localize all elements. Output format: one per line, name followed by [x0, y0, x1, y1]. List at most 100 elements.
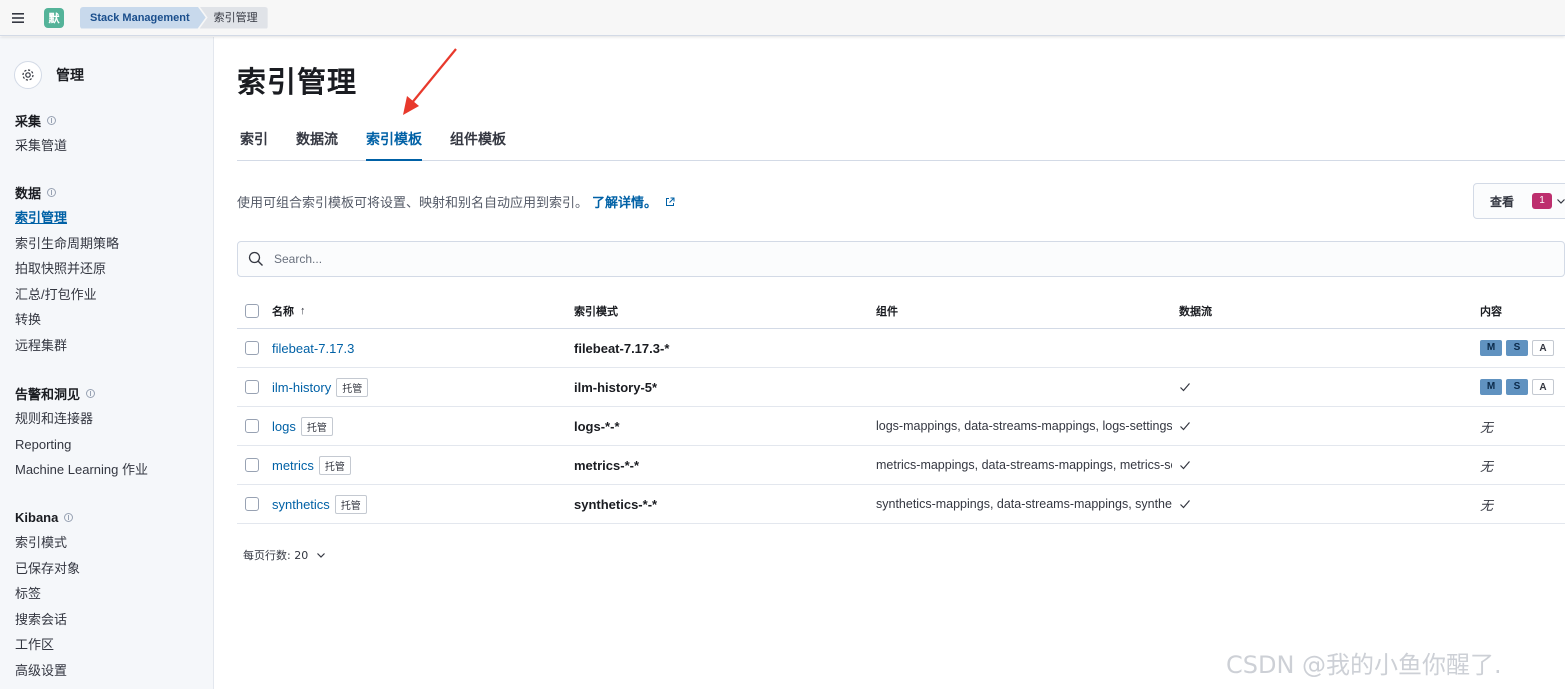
menu-toggle-button[interactable]	[0, 3, 36, 33]
templates-table: 名称 ↑ 索引模式 组件 数据流 内容 filebeat-7.17.3 fileb…	[237, 293, 1565, 524]
watermark: CSDN @我的小鱼你醒了.	[1226, 651, 1502, 679]
sidebar-item-rules-connectors[interactable]: 规则和连接器	[15, 406, 148, 432]
check-icon	[1180, 500, 1190, 509]
breadcrumb-index-management: 索引管理	[199, 6, 268, 29]
table-row: ilm-history 托管 ilm-history-5* M S A	[237, 368, 1565, 407]
components-text: metrics-mappings, data-streams-mappings,…	[876, 458, 1172, 472]
sidebar-item-ilm-policies[interactable]: 索引生命周期策略	[15, 231, 119, 257]
managed-badge: 托管	[318, 455, 351, 475]
search-input[interactable]	[274, 252, 874, 266]
chevron-down-icon	[1557, 199, 1565, 204]
info-icon	[86, 389, 96, 398]
tab-component-templates[interactable]: 组件模板	[450, 121, 506, 161]
content-none: 无	[1480, 497, 1494, 513]
info-icon	[47, 188, 57, 197]
check-icon	[1180, 461, 1190, 470]
sidebar-item-snapshot-restore[interactable]: 拍取快照并还原	[15, 256, 119, 282]
template-name-link[interactable]: synthetics	[272, 497, 330, 512]
components-text: synthetics-mappings, data-streams-mappin…	[876, 497, 1172, 511]
index-pattern: filebeat-7.17.3-*	[574, 340, 670, 356]
row-checkbox[interactable]	[245, 458, 259, 472]
components-text: logs-mappings, data-streams-mappings, lo…	[876, 419, 1172, 433]
annotation-arrow-icon	[403, 48, 457, 115]
select-all-checkbox[interactable]	[245, 303, 259, 318]
page-title: 索引管理	[237, 65, 358, 99]
row-checkbox[interactable]	[245, 380, 259, 394]
nav-group-title: 采集	[15, 114, 42, 129]
top-header: 默 Stack Management 索引管理	[0, 0, 1565, 36]
content-none: 无	[1480, 458, 1494, 474]
main-content: 索引管理 索引 数据流 索引模板 组件模板 使用可组合索引模板可将设置、映射和别…	[215, 37, 1565, 689]
aliases-badge: A	[1532, 379, 1554, 395]
template-name-link[interactable]: logs	[272, 419, 296, 434]
learn-more-link[interactable]: 了解详情。	[592, 192, 657, 211]
sidebar-item-index-patterns[interactable]: 索引模式	[15, 530, 80, 556]
mappings-badge: M	[1480, 379, 1502, 395]
view-button-label: 查看	[1490, 194, 1515, 209]
check-icon	[1180, 383, 1190, 392]
tab-data-streams[interactable]: 数据流	[296, 121, 338, 161]
column-header-name[interactable]: 名称 ↑	[272, 293, 562, 328]
sidebar-item-index-management[interactable]: 索引管理	[15, 205, 119, 231]
description-text: 使用可组合索引模板可将设置、映射和别名自动应用到索引。	[237, 195, 589, 210]
template-name-link[interactable]: ilm-history	[272, 380, 331, 395]
settings-badge: S	[1506, 379, 1528, 395]
sidebar-item-tags[interactable]: 标签	[15, 581, 80, 607]
row-checkbox[interactable]	[245, 341, 259, 355]
sidebar-item-remote-clusters[interactable]: 远程集群	[15, 333, 119, 359]
nav-group-title: 数据	[15, 186, 42, 201]
external-link-icon[interactable]	[665, 197, 675, 207]
managed-badge: 托管	[300, 416, 333, 436]
nav-group-data: 数据 索引管理 索引生命周期策略 拍取快照并还原 汇总/打包作业 转换 远程集群	[15, 180, 119, 358]
index-pattern: ilm-history-5*	[574, 379, 658, 395]
sort-ascending-icon: ↑	[300, 304, 306, 317]
tab-indices[interactable]: 索引	[240, 121, 268, 161]
row-checkbox[interactable]	[245, 497, 259, 511]
nav-group-kibana: Kibana 索引模式 已保存对象 标签 搜索会话 工作区 高级设置	[15, 505, 80, 683]
row-checkbox[interactable]	[245, 419, 259, 433]
table-header-row: 名称 ↑ 索引模式 组件 数据流 内容	[237, 293, 1565, 329]
sidebar-item-spaces[interactable]: 工作区	[15, 632, 80, 658]
search-icon	[248, 251, 263, 266]
space-avatar[interactable]: 默	[44, 7, 64, 28]
tab-bar: 索引 数据流 索引模板 组件模板	[237, 121, 1565, 161]
sidebar-item-ml-jobs[interactable]: Machine Learning 作业	[15, 457, 148, 483]
nav-group-alerts: 告警和洞见 规则和连接器 Reporting Machine Learning …	[15, 381, 148, 483]
breadcrumb: Stack Management 索引管理	[80, 6, 268, 29]
rows-per-page-label: 每页行数: 20	[243, 549, 309, 562]
tab-index-templates[interactable]: 索引模板	[366, 121, 422, 161]
sidebar-item-transforms[interactable]: 转换	[15, 307, 119, 333]
content-none: 无	[1480, 419, 1494, 435]
sidebar-item-search-sessions[interactable]: 搜索会话	[15, 607, 80, 633]
index-pattern: metrics-*-*	[574, 457, 640, 473]
view-templates-button[interactable]: 查看 1	[1473, 183, 1565, 219]
breadcrumb-stack-management[interactable]: Stack Management	[80, 7, 206, 29]
nav-group-ingest: 采集 采集管道	[15, 108, 67, 159]
table-row: metrics 托管 metrics-*-* metrics-mappings, …	[237, 446, 1565, 485]
aliases-badge: A	[1532, 340, 1554, 356]
chevron-down-icon	[317, 553, 326, 558]
column-header-content: 内容	[1480, 304, 1502, 318]
info-icon	[47, 116, 57, 125]
sidebar-item-saved-objects[interactable]: 已保存对象	[15, 556, 80, 582]
table-row: synthetics 托管 synthetics-*-* synthetics-m…	[237, 485, 1565, 524]
column-header-components: 组件	[876, 304, 898, 318]
sidebar-title: 管理	[56, 67, 84, 83]
index-pattern: logs-*-*	[574, 418, 620, 434]
template-name-link[interactable]: metrics	[272, 458, 314, 473]
info-icon	[64, 513, 74, 522]
check-icon	[1180, 422, 1190, 431]
sidebar-item-advanced-settings[interactable]: 高级设置	[15, 658, 80, 684]
mappings-badge: M	[1480, 340, 1502, 356]
settings-badge: S	[1506, 340, 1528, 356]
template-name-link[interactable]: filebeat-7.17.3	[272, 341, 354, 356]
sidebar-item-reporting[interactable]: Reporting	[15, 432, 148, 458]
rows-per-page-button[interactable]: 每页行数: 20	[243, 547, 326, 563]
sidebar-item-rollup-jobs[interactable]: 汇总/打包作业	[15, 282, 119, 308]
column-header-pattern: 索引模式	[574, 304, 618, 318]
table-row: logs 托管 logs-*-* logs-mappings, data-stre…	[237, 407, 1565, 446]
sidebar-item-ingest-pipelines[interactable]: 采集管道	[15, 133, 67, 159]
sidebar-header: 管理	[14, 61, 84, 89]
nav-group-title: 告警和洞见	[15, 387, 81, 402]
hamburger-icon	[12, 12, 24, 23]
